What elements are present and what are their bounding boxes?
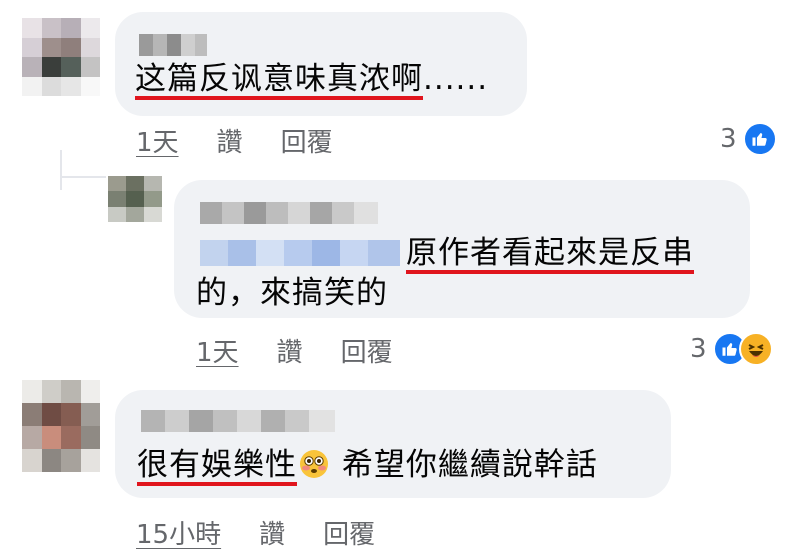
comment-bubble: 原作者看起來是反串 的，來搞笑的 xyxy=(174,180,750,318)
like-button[interactable]: 讚 xyxy=(217,122,243,159)
author-name-blurred[interactable] xyxy=(200,202,378,224)
underlined-text: 很有娛樂性 xyxy=(137,447,331,483)
like-icon xyxy=(742,122,777,156)
comment-text-line2: 的，來搞笑的 xyxy=(196,275,388,311)
reply-button[interactable]: 回覆 xyxy=(281,122,333,159)
reaction-summary[interactable]: 3 xyxy=(720,122,777,156)
comment-text: 原作者看起來是反串 xyxy=(406,230,694,276)
underlined-text: 原作者看起來是反串 xyxy=(406,235,694,271)
comment-actions: 1天 讚 回覆 xyxy=(136,122,371,159)
like-button[interactable]: 讚 xyxy=(277,332,303,369)
haha-icon xyxy=(738,332,773,366)
comment-text: 很有娛樂性 希望你繼續說幹話 xyxy=(137,442,598,488)
reaction-count: 3 xyxy=(720,124,737,154)
avatar[interactable] xyxy=(22,18,100,96)
comment-bubble: 很有娛樂性 希望你繼續說幹話 xyxy=(115,390,671,498)
mentioned-user-blurred[interactable] xyxy=(200,240,400,266)
author-name-blurred[interactable] xyxy=(141,410,335,432)
reply-button[interactable]: 回覆 xyxy=(341,332,393,369)
comment-actions: 15小時 讚 回覆 xyxy=(136,514,413,551)
comment-text-rest: ...... xyxy=(423,61,489,97)
avatar[interactable] xyxy=(108,176,162,222)
timestamp-link[interactable]: 15小時 xyxy=(136,514,221,551)
timestamp-link[interactable]: 1天 xyxy=(196,332,239,369)
comment-text: 这篇反讽意味真浓啊...... xyxy=(135,56,488,102)
reaction-count: 3 xyxy=(690,334,707,364)
thread-line xyxy=(60,150,62,190)
reaction-summary[interactable]: 3 xyxy=(690,332,773,366)
avatar[interactable] xyxy=(22,380,100,472)
timestamp-link[interactable]: 1天 xyxy=(136,122,179,159)
comment-text-rest: 希望你繼續說幹話 xyxy=(331,447,598,483)
underlined-text: 这篇反讽意味真浓啊 xyxy=(135,61,423,97)
flushed-face-icon xyxy=(300,450,328,478)
like-button[interactable]: 讚 xyxy=(259,514,285,551)
author-name-blurred[interactable] xyxy=(139,34,207,56)
comment-actions: 1天 讚 回覆 xyxy=(196,332,431,369)
thread-line xyxy=(60,176,106,178)
comment-bubble: 这篇反讽意味真浓啊...... xyxy=(115,12,527,116)
reply-button[interactable]: 回覆 xyxy=(323,514,375,551)
